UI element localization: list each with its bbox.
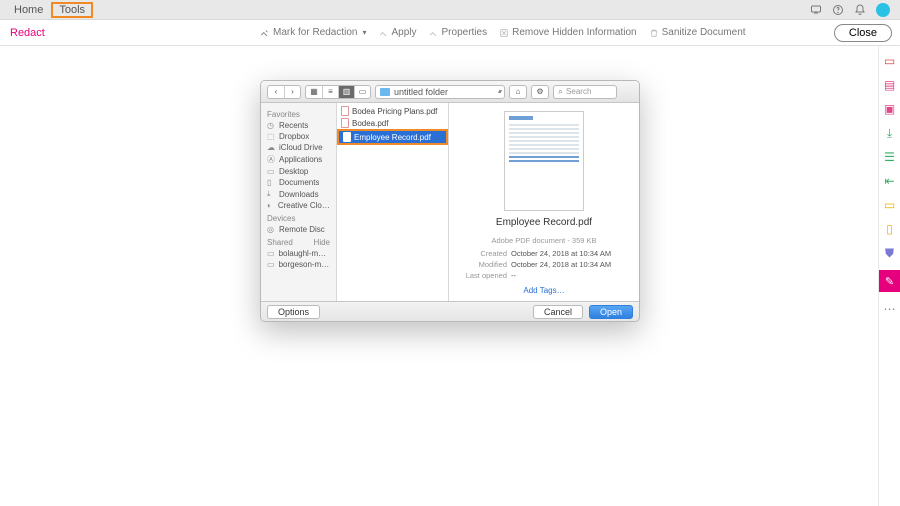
checklist-tool-icon[interactable]: ☰ (883, 150, 897, 164)
file-row[interactable]: Bodea Pricing Plans.pdf (337, 105, 448, 117)
lastopened-label: Last opened (459, 271, 507, 280)
more-tool-icon[interactable]: ⋯ (883, 302, 897, 316)
folder-dropdown[interactable]: untitled folder (375, 85, 505, 99)
folder-icon (380, 88, 390, 96)
sidebar-item-documents[interactable]: ▯Documents (261, 177, 336, 188)
toolbar-actions: Mark for Redaction Apply Properties Remo… (260, 27, 746, 38)
mark-for-redaction-label: Mark for Redaction (273, 27, 357, 38)
created-value: October 24, 2018 at 10:34 AM (511, 249, 629, 258)
sidebar-item-creativecloud[interactable]: ◐Creative Cloud… (261, 200, 336, 211)
file-row-selected[interactable]: Employee Record.pdf (339, 131, 446, 143)
preview-type-size: Adobe PDF document - 359 KB (459, 236, 629, 245)
clipboard-tool-icon[interactable]: ▯ (883, 222, 897, 236)
apply-button[interactable]: Apply (379, 27, 417, 38)
sanitize-label: Sanitize Document (662, 27, 746, 38)
stamp-tool-icon[interactable]: ▣ (883, 102, 897, 116)
modified-label: Modified (459, 260, 507, 269)
tag-button[interactable]: ⌂ (509, 85, 527, 99)
apply-label: Apply (392, 27, 417, 38)
sidebar-item-recents[interactable]: ◷Recents (261, 120, 336, 131)
dialog-footer: Options Cancel Open (261, 301, 639, 321)
sidebar-favorites-label: Favorites (261, 107, 336, 120)
search-placeholder: Search (566, 87, 591, 96)
view-column-button[interactable]: ▥ (338, 86, 354, 98)
help-icon[interactable] (832, 4, 844, 16)
dialog-toolbar: ‹ › ▦ ≡ ▥ ▭ untitled folder ⌂ ⚙ Search (261, 81, 639, 103)
file-preview: Employee Record.pdf Adobe PDF document -… (449, 103, 639, 303)
mark-for-redaction-button[interactable]: Mark for Redaction (260, 27, 367, 38)
action-button[interactable]: ⚙ (531, 85, 549, 99)
sidebar-item-applications[interactable]: ⒶApplications (261, 153, 336, 166)
remove-hidden-label: Remove Hidden Information (512, 27, 637, 38)
folder-dropdown-label: untitled folder (394, 87, 494, 97)
view-list-button[interactable]: ≡ (322, 86, 338, 98)
toolbar: Redact Mark for Redaction Apply Properti… (0, 20, 900, 46)
avatar[interactable] (876, 3, 890, 17)
leftarrow-tool-icon[interactable]: ⇤ (883, 174, 897, 188)
file-row[interactable]: Bodea.pdf (337, 117, 448, 129)
forward-button[interactable]: › (284, 86, 300, 98)
comment-tool-icon[interactable]: ▭ (883, 198, 897, 212)
preview-meta: Created October 24, 2018 at 10:34 AM Mod… (459, 249, 629, 280)
tool-title: Redact (0, 27, 60, 39)
modified-value: October 24, 2018 at 10:34 AM (511, 260, 629, 269)
cancel-button[interactable]: Cancel (533, 305, 583, 319)
properties-button[interactable]: Properties (429, 27, 488, 38)
right-rail: ▭ ▤ ▣ ⤓ ☰ ⇤ ▭ ▯ ⛊ ✎ ⋯ (878, 46, 900, 506)
dialog-sidebar: Favorites ◷Recents ⬚Dropbox ☁iCloud Driv… (261, 103, 337, 303)
created-label: Created (459, 249, 507, 258)
sanitize-button[interactable]: Sanitize Document (649, 27, 746, 38)
sidebar-shared-hide[interactable]: Hide (314, 238, 330, 247)
add-tags-link[interactable]: Add Tags… (459, 286, 629, 295)
pdf-file-icon (341, 118, 349, 128)
sidebar-shared-label: Shared Hide (261, 235, 336, 248)
menubar-right (810, 3, 890, 17)
preview-thumbnail (504, 111, 584, 211)
sidebar-item-remotedisc[interactable]: ◎Remote Disc (261, 224, 336, 235)
open-button[interactable]: Open (589, 305, 633, 319)
form-tool-icon[interactable]: ▤ (883, 78, 897, 92)
close-button[interactable]: Close (834, 24, 892, 42)
search-input[interactable]: Search (553, 85, 617, 99)
menubar: Home Tools (0, 0, 900, 20)
preview-filename: Employee Record.pdf (459, 217, 629, 228)
speech-icon[interactable] (810, 4, 822, 16)
sidebar-devices-label: Devices (261, 211, 336, 224)
bell-icon[interactable] (854, 4, 866, 16)
pdf-tool-icon[interactable]: ▭ (883, 54, 897, 68)
back-button[interactable]: ‹ (268, 86, 284, 98)
view-icon-button[interactable]: ▦ (306, 86, 322, 98)
properties-label: Properties (442, 27, 488, 38)
remove-hidden-button[interactable]: Remove Hidden Information (499, 27, 637, 38)
menu-home[interactable]: Home (6, 2, 51, 18)
sidebar-item-shared-1[interactable]: ▭bolaughl-mac… (261, 248, 336, 259)
view-mode-segmented[interactable]: ▦ ≡ ▥ ▭ (305, 85, 371, 99)
sidebar-item-icloud[interactable]: ☁iCloud Drive (261, 142, 336, 153)
lastopened-value: -- (511, 271, 629, 280)
nav-back-forward[interactable]: ‹ › (267, 85, 301, 99)
pdf-file-icon (341, 106, 349, 116)
options-button[interactable]: Options (267, 305, 320, 319)
menu-tools[interactable]: Tools (51, 2, 93, 18)
sidebar-item-desktop[interactable]: ▭Desktop (261, 166, 336, 177)
export-tool-icon[interactable]: ⤓ (883, 126, 897, 140)
file-list: Bodea Pricing Plans.pdf Bodea.pdf Employ… (337, 103, 449, 303)
redact-tool-icon[interactable]: ✎ (879, 270, 900, 292)
shield-tool-icon[interactable]: ⛊ (883, 246, 897, 260)
sidebar-item-downloads[interactable]: ⤓Downloads (261, 188, 336, 200)
file-open-dialog: ‹ › ▦ ≡ ▥ ▭ untitled folder ⌂ ⚙ Search F… (260, 80, 640, 322)
sidebar-item-shared-2[interactable]: ▭borgeson-mac… (261, 259, 336, 270)
view-gallery-button[interactable]: ▭ (354, 86, 370, 98)
sidebar-item-dropbox[interactable]: ⬚Dropbox (261, 131, 336, 142)
pdf-file-icon (343, 132, 351, 142)
